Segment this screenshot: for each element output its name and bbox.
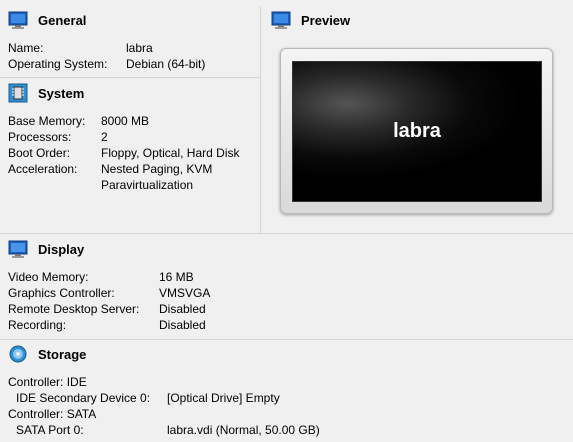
acceleration-value-cont: Paravirtualization	[101, 178, 194, 192]
base-memory-label: Base Memory:	[8, 114, 86, 128]
preview-title: Preview	[301, 12, 351, 28]
storage-icon	[8, 344, 28, 364]
display-divider	[0, 339, 573, 340]
remote-desktop-value: Disabled	[159, 302, 206, 316]
remote-desktop-label: Remote Desktop Server:	[8, 302, 140, 316]
storage-header[interactable]: Storage	[8, 343, 86, 365]
ide-secondary-value: [Optical Drive] Empty	[167, 391, 280, 405]
top-divider	[0, 233, 573, 234]
base-memory-value: 8000 MB	[101, 114, 150, 128]
graphics-controller-value: VMSVGA	[159, 286, 211, 300]
system-title: System	[38, 85, 85, 101]
recording-value: Disabled	[159, 318, 206, 332]
general-row-name: Name: labra	[8, 40, 258, 56]
storage-title: Storage	[38, 346, 87, 362]
display-title: Display	[38, 241, 85, 257]
system-row-memory: Base Memory: 8000 MB	[8, 113, 258, 129]
sata-port-label: SATA Port 0:	[16, 423, 84, 437]
video-memory-label: Video Memory:	[8, 270, 89, 284]
storage-row-ide-secondary: IDE Secondary Device 0: [Optical Drive] …	[16, 390, 466, 406]
name-label: Name:	[8, 41, 44, 55]
system-row-acceleration: Acceleration: Nested Paging, KVM	[8, 161, 258, 177]
chip-icon	[8, 83, 28, 103]
boot-order-value: Floppy, Optical, Hard Disk	[101, 146, 240, 160]
storage-row-controller-sata: Controller: SATA	[8, 406, 458, 422]
display-row-video-memory: Video Memory: 16 MB	[8, 269, 408, 285]
storage-row-controller-ide: Controller: IDE	[8, 374, 458, 390]
preview-frame: labra	[280, 48, 553, 214]
monitor-icon	[271, 10, 291, 30]
display-header[interactable]: Display	[8, 238, 84, 260]
acceleration-value: Nested Paging, KVM	[101, 162, 213, 176]
boot-order-label: Boot Order:	[8, 146, 71, 160]
os-value: Debian (64-bit)	[126, 57, 206, 71]
graphics-controller-label: Graphics Controller:	[8, 286, 115, 300]
processors-label: Processors:	[8, 130, 72, 144]
processors-value: 2	[101, 130, 108, 144]
display-icon	[8, 239, 28, 259]
system-row-boot-order: Boot Order: Floppy, Optical, Hard Disk	[8, 145, 258, 161]
preview-header[interactable]: Preview	[271, 9, 350, 31]
column-divider	[260, 6, 261, 233]
video-memory-value: 16 MB	[159, 270, 194, 284]
monitor-icon	[8, 10, 28, 30]
display-row-graphics-controller: Graphics Controller: VMSVGA	[8, 285, 408, 301]
display-row-recording: Recording: Disabled	[8, 317, 408, 333]
os-label: Operating System:	[8, 57, 108, 71]
storage-row-sata-port: SATA Port 0: labra.vdi (Normal, 50.00 GB…	[16, 422, 466, 438]
sata-port-value: labra.vdi (Normal, 50.00 GB)	[167, 423, 320, 437]
general-header[interactable]: General	[8, 9, 86, 31]
system-header[interactable]: System	[8, 82, 84, 104]
general-row-os: Operating System: Debian (64-bit)	[8, 56, 258, 72]
acceleration-label: Acceleration:	[8, 162, 78, 176]
system-row-acceleration-cont: Paravirtualization	[8, 177, 258, 193]
display-row-remote-desktop: Remote Desktop Server: Disabled	[8, 301, 408, 317]
system-row-processors: Processors: 2	[8, 129, 258, 145]
controller-ide-label: Controller: IDE	[8, 375, 87, 389]
general-divider	[0, 77, 260, 78]
name-value: labra	[126, 41, 153, 55]
controller-sata-label: Controller: SATA	[8, 407, 97, 421]
general-title: General	[38, 12, 87, 28]
preview-vm-name: labra	[393, 120, 441, 142]
preview-screen: labra	[292, 61, 542, 202]
recording-label: Recording:	[8, 318, 67, 332]
ide-secondary-label: IDE Secondary Device 0:	[16, 391, 151, 405]
